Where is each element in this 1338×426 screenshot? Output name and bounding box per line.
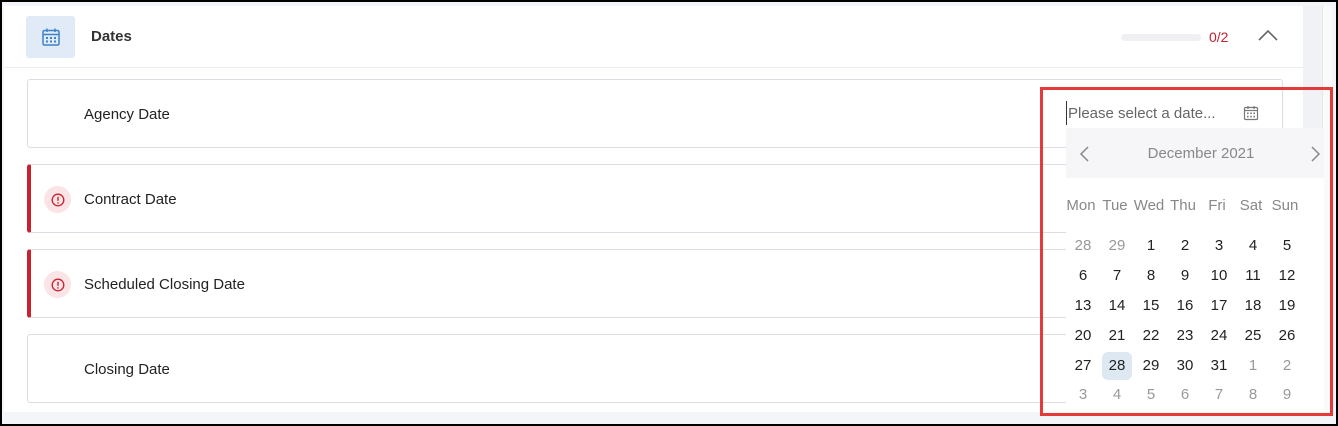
datepicker-day[interactable]: 2 (1272, 352, 1302, 380)
datepicker-day[interactable]: 4 (1238, 232, 1268, 260)
error-icon (44, 271, 71, 298)
field-label: Contract Date (84, 191, 177, 208)
datepicker-day[interactable]: 12 (1272, 262, 1302, 290)
datepicker-month-label: December 2021 (1147, 145, 1255, 162)
error-icon (44, 186, 71, 213)
datepicker-day[interactable]: 25 (1238, 322, 1268, 350)
weekday-label: Sat (1239, 197, 1263, 214)
datepicker-day[interactable]: 9 (1170, 262, 1200, 290)
datepicker-day[interactable]: 5 (1136, 381, 1166, 409)
datepicker-day[interactable]: 15 (1136, 292, 1166, 320)
datepicker-day[interactable]: 31 (1204, 352, 1234, 380)
datepicker-day[interactable]: 26 (1272, 322, 1302, 350)
datepicker-day[interactable]: 18 (1238, 292, 1268, 320)
progress-bar (1121, 34, 1201, 41)
datepicker-day[interactable]: 30 (1170, 352, 1200, 380)
weekday-label: Fri (1208, 197, 1226, 214)
dates-section-header[interactable]: Dates 0/2 (4, 6, 1303, 68)
datepicker-day[interactable]: 8 (1238, 381, 1268, 409)
datepicker-day[interactable]: 29 (1136, 352, 1166, 380)
weekday-label: Thu (1170, 197, 1196, 214)
chevron-up-icon (1258, 29, 1278, 41)
chevron-right-icon[interactable] (1308, 144, 1324, 164)
field-label: Scheduled Closing Date (84, 276, 245, 293)
date-input-wrapper (1066, 96, 1276, 130)
datepicker-day[interactable]: 7 (1102, 262, 1132, 290)
datepicker-day[interactable]: 10 (1204, 262, 1234, 290)
collapse-button[interactable] (1254, 24, 1282, 46)
datepicker-day[interactable]: 19 (1272, 292, 1302, 320)
datepicker-day[interactable]: 4 (1102, 381, 1132, 409)
datepicker-day[interactable]: 14 (1102, 292, 1132, 320)
datepicker-day[interactable]: 21 (1102, 322, 1132, 350)
datepicker-day[interactable]: 20 (1068, 322, 1098, 350)
datepicker-day[interactable]: 1 (1136, 232, 1166, 260)
field-label: Agency Date (84, 106, 170, 123)
date-input[interactable] (1066, 101, 1236, 125)
datepicker-day[interactable]: 24 (1204, 322, 1234, 350)
datepicker-day[interactable]: 13 (1068, 292, 1098, 320)
calendar-icon (26, 16, 75, 58)
datepicker-day[interactable]: 3 (1068, 381, 1098, 409)
datepicker-header: December 2021 (1066, 128, 1324, 178)
datepicker-day[interactable]: 8 (1136, 262, 1166, 290)
datepicker-day[interactable]: 11 (1238, 262, 1268, 290)
datepicker-day[interactable]: 28 (1068, 232, 1098, 260)
calendar-icon[interactable] (1243, 105, 1259, 126)
datepicker-day[interactable]: 27 (1068, 352, 1098, 380)
section-title: Dates (91, 28, 132, 45)
datepicker-day[interactable]: 3 (1204, 232, 1234, 260)
datepicker-day[interactable]: 17 (1204, 292, 1234, 320)
field-label: Closing Date (84, 361, 170, 378)
weekday-label: Sun (1271, 197, 1299, 214)
datepicker-day[interactable]: 6 (1068, 262, 1098, 290)
datepicker-day[interactable]: 23 (1170, 322, 1200, 350)
weekday-label: Tue (1102, 197, 1128, 214)
weekday-label: Mon (1066, 197, 1096, 214)
datepicker-day[interactable]: 1 (1238, 352, 1268, 380)
progress-count: 0/2 (1209, 29, 1229, 45)
datepicker-day-selected[interactable]: 28 (1102, 352, 1132, 380)
datepicker-day[interactable]: 2 (1170, 232, 1200, 260)
datepicker-day[interactable]: 29 (1102, 232, 1132, 260)
datepicker-day[interactable]: 16 (1170, 292, 1200, 320)
datepicker-day[interactable]: 9 (1272, 381, 1302, 409)
datepicker-day[interactable]: 7 (1204, 381, 1234, 409)
weekday-label: Wed (1133, 197, 1165, 214)
datepicker-day[interactable]: 6 (1170, 381, 1200, 409)
datepicker-day[interactable]: 22 (1136, 322, 1166, 350)
datepicker-day[interactable]: 5 (1272, 232, 1302, 260)
datepicker-popup: December 2021 Mon Tue Wed Thu Fri Sat Sun 28 29 1… (1066, 128, 1324, 412)
